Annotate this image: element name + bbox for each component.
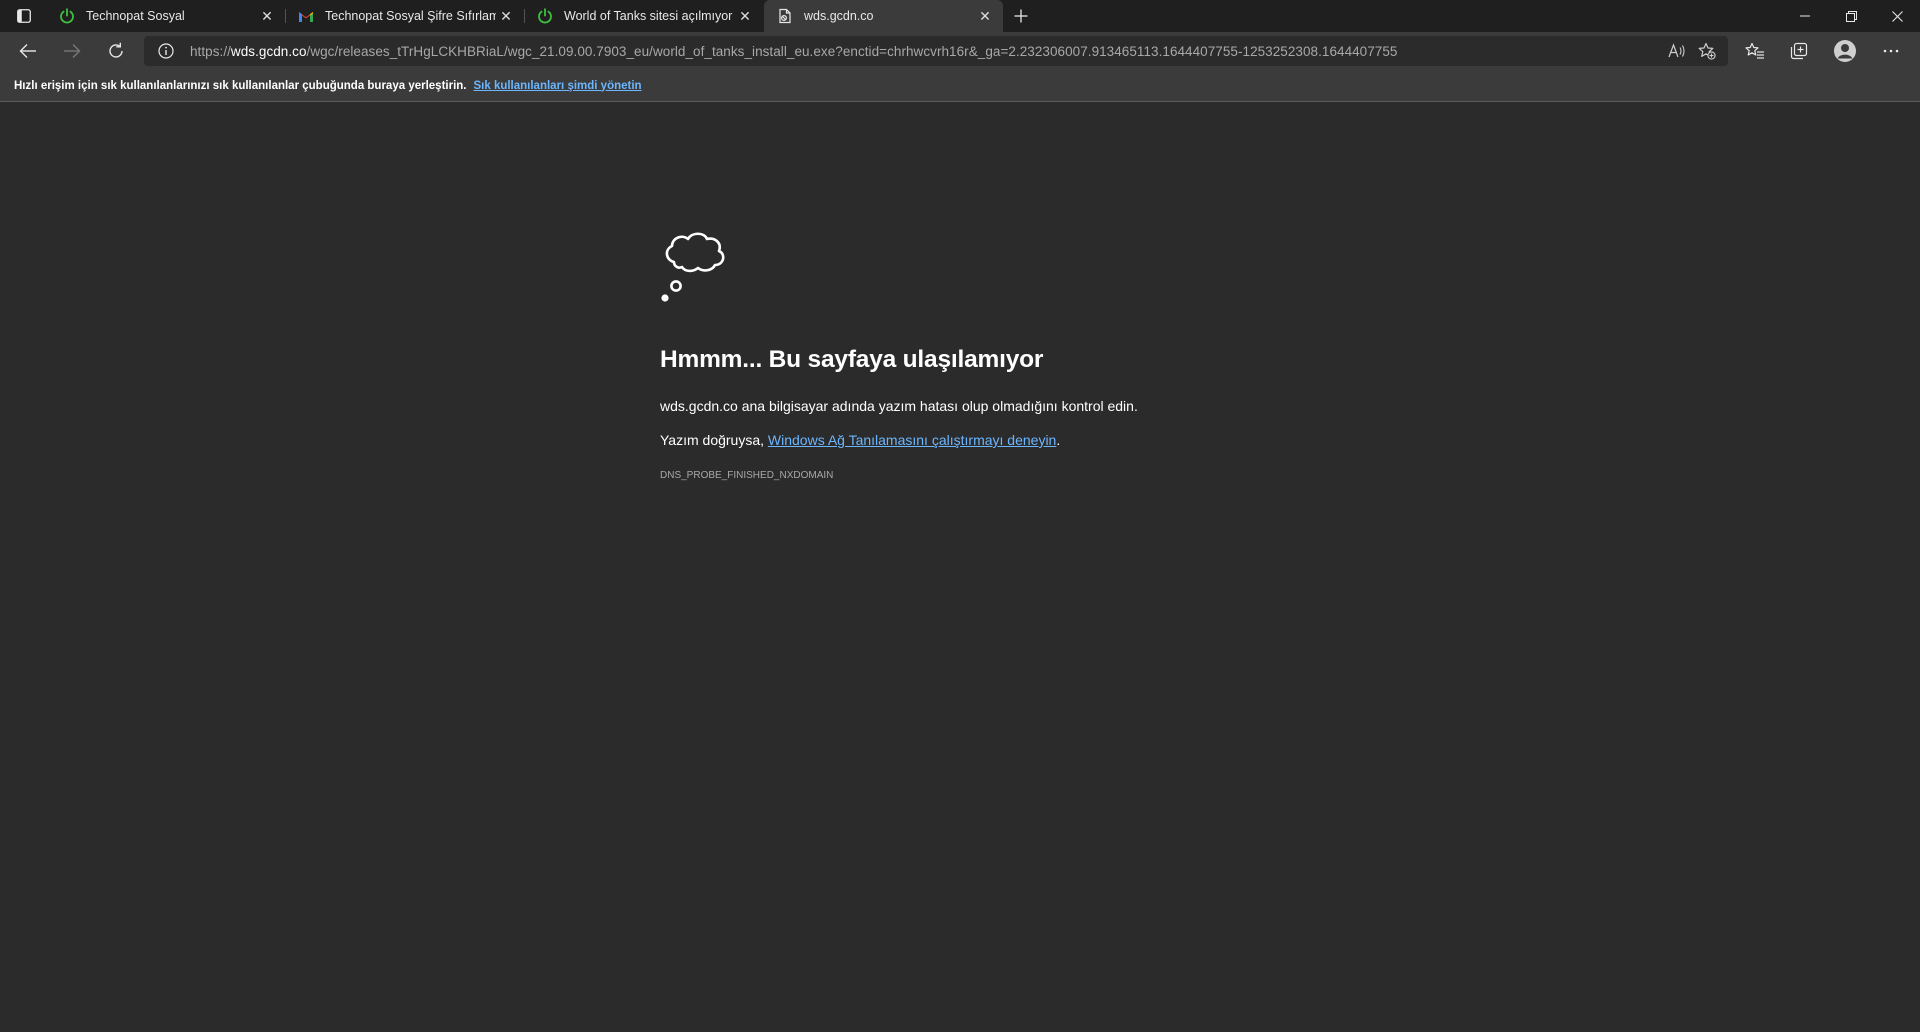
profile-avatar-icon[interactable] [1828, 36, 1862, 66]
error-suggestion: Yazım doğruysa, Windows Ağ Tanılamasını … [660, 432, 1360, 448]
suggestion-suffix: . [1056, 432, 1061, 448]
url-host: wds.gcdn.co [230, 43, 307, 59]
error-title: Hmmm... Bu sayfaya ulaşılamıyor [660, 346, 1044, 373]
url-scheme: https:// [190, 43, 231, 59]
new-tab-button[interactable] [1008, 4, 1034, 28]
tab-world-of-tanks[interactable]: World of Tanks sitesi açılmıyor "DNS ✕ [524, 0, 763, 32]
browser-toolbar: https://wds.gcdn.co/wgc/releases_tTrHgLC… [0, 32, 1920, 70]
tab-title: wds.gcdn.co [804, 9, 874, 23]
tab-technopat-sosyal[interactable]: Technopat Sosyal ✕ [46, 0, 285, 32]
gmail-icon [297, 7, 315, 25]
network-diagnostics-link[interactable]: Windows Ağ Tanılamasını çalıştırmayı den… [768, 432, 1056, 448]
tab-title: Technopat Sosyal [86, 9, 185, 23]
close-tab-icon[interactable]: ✕ [735, 6, 755, 26]
broken-page-icon [776, 7, 794, 25]
tab-wds-gcdn[interactable]: wds.gcdn.co ✕ [764, 0, 1003, 32]
tab-title: World of Tanks sitesi açılmıyor "DNS [564, 9, 735, 23]
more-menu-icon[interactable] [1874, 36, 1908, 66]
address-bar[interactable]: https://wds.gcdn.co/wgc/releases_tTrHgLC… [144, 36, 1728, 66]
error-code: DNS_PROBE_FINISHED_NXDOMAIN [660, 470, 834, 481]
restore-icon[interactable] [1828, 0, 1874, 32]
close-tab-icon[interactable]: ✕ [496, 6, 516, 26]
collections-icon[interactable] [1782, 36, 1816, 66]
tab-actions-menu-icon[interactable] [12, 6, 36, 26]
back-button[interactable] [12, 36, 44, 66]
power-icon [536, 7, 554, 25]
tab-title: Technopat Sosyal Şifre Sıfırlama [325, 9, 496, 23]
manage-favorites-link[interactable]: Sık kullanılanları şimdi yönetin [473, 80, 641, 92]
url-text[interactable]: https://wds.gcdn.co/wgc/releases_tTrHgLC… [190, 44, 1662, 59]
site-info-icon[interactable] [156, 41, 176, 61]
thought-cloud-icon [660, 230, 736, 306]
minimize-icon[interactable] [1782, 0, 1828, 32]
close-window-icon[interactable] [1874, 0, 1920, 32]
forward-button[interactable] [56, 36, 88, 66]
tab-sifre-sifirlama[interactable]: Technopat Sosyal Şifre Sıfırlama ✕ [285, 0, 524, 32]
suggestion-prefix: Yazım doğruysa, [660, 432, 768, 448]
favorites-icon[interactable] [1738, 36, 1772, 66]
close-tab-icon[interactable]: ✕ [257, 6, 277, 26]
add-favorite-star-icon[interactable] [1692, 37, 1722, 65]
tab-strip: Technopat Sosyal ✕ Technopat Sosyal Şifr… [0, 0, 1920, 32]
close-tab-icon[interactable]: ✕ [975, 6, 995, 26]
error-description: wds.gcdn.co ana bilgisayar adında yazım … [660, 398, 1138, 414]
refresh-button[interactable] [100, 36, 132, 66]
favorites-bar: Hızlı erişim için sık kullanılanlarınızı… [0, 70, 1920, 102]
url-path: /wgc/releases_tTrHgLCKHBRiaL/wgc_21.09.0… [306, 43, 1398, 59]
power-icon [58, 7, 76, 25]
read-aloud-icon[interactable] [1662, 37, 1692, 65]
error-page: Hmmm... Bu sayfaya ulaşılamıyor wds.gcdn… [660, 230, 1360, 481]
favorites-bar-hint: Hızlı erişim için sık kullanılanlarınızı… [14, 79, 467, 92]
